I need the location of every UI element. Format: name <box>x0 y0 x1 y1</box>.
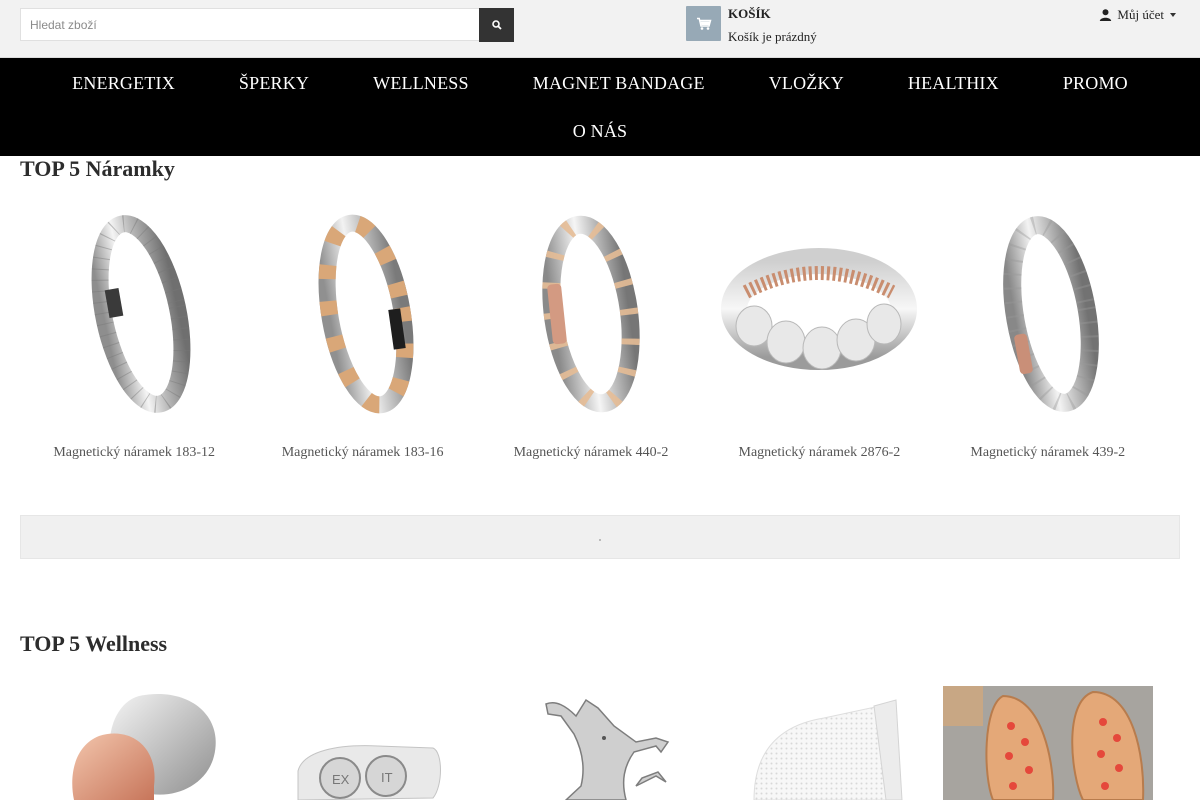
product-name[interactable]: Magnetický náramek 440-2 <box>514 445 669 461</box>
product-image-wellness[interactable] <box>486 686 696 800</box>
top-bar: KOŠÍK Košík je prázdný Můj účet <box>0 0 1200 58</box>
product-image-bracelet[interactable] <box>486 214 696 424</box>
search-form <box>20 8 514 42</box>
nav-item-energetix[interactable]: ENERGETIX <box>40 73 207 94</box>
product-card[interactable] <box>705 686 933 800</box>
search-icon <box>491 20 502 30</box>
product-name[interactable]: Magnetický náramek 2876-2 <box>739 445 901 461</box>
promo-banner[interactable] <box>20 515 1180 559</box>
cart-widget[interactable]: KOŠÍK Košík je prázdný <box>686 6 817 45</box>
product-image-wellness[interactable] <box>714 686 924 800</box>
cart-status: Košík je prázdný <box>728 29 817 44</box>
wellness-product-grid: EX IT <box>20 686 1180 800</box>
product-card[interactable]: Magnetický náramek 439-2 <box>934 214 1162 461</box>
nav-item-sperky[interactable]: ŠPERKY <box>207 73 341 94</box>
search-button[interactable] <box>479 8 514 42</box>
product-name[interactable]: Magnetický náramek 183-12 <box>53 445 215 461</box>
banner-indicator <box>599 539 601 541</box>
cart-title[interactable]: KOŠÍK <box>728 6 817 22</box>
section-title-bracelets: TOP 5 Náramky <box>20 156 175 181</box>
product-card[interactable]: Magnetický náramek 183-12 <box>20 214 248 461</box>
nav-item-wellness[interactable]: WELLNESS <box>341 73 501 94</box>
nav-item-o-nas[interactable]: O NÁS <box>541 121 660 142</box>
product-image-wellness[interactable] <box>29 686 239 800</box>
product-card[interactable]: Magnetický náramek 440-2 <box>477 214 705 461</box>
product-card[interactable] <box>934 686 1162 800</box>
product-image-bracelet[interactable] <box>29 214 239 424</box>
nav-item-vlozky[interactable]: VLOŽKY <box>737 73 876 94</box>
cart-icon-box[interactable] <box>686 6 721 41</box>
product-card[interactable]: Magnetický náramek 2876-2 <box>705 214 933 461</box>
account-label[interactable]: Můj účet <box>1117 7 1164 23</box>
section-title-wellness: TOP 5 Wellness <box>20 631 168 656</box>
cart-icon <box>696 17 711 30</box>
product-image-bracelet[interactable] <box>714 214 924 424</box>
product-card[interactable]: EX IT <box>248 686 476 800</box>
cart-text: KOŠÍK Košík je prázdný <box>728 6 817 45</box>
user-icon <box>1100 9 1112 21</box>
account-menu[interactable]: Můj účet <box>1099 7 1176 23</box>
caret-down-icon <box>1170 13 1176 17</box>
bracelets-product-grid: Magnetický náramek 183-12 Magnetický nár… <box>20 214 1180 461</box>
search-input[interactable] <box>20 8 479 41</box>
product-name[interactable]: Magnetický náramek 183-16 <box>282 445 444 461</box>
nav-item-promo[interactable]: PROMO <box>1031 73 1160 94</box>
svg-text:EX: EX <box>332 772 350 787</box>
nav-row-secondary: O NÁS <box>0 106 1200 156</box>
product-card[interactable] <box>477 686 705 800</box>
nav-row-primary: ENERGETIX ŠPERKY WELLNESS MAGNET BANDAGE… <box>0 58 1200 106</box>
nav-item-magnet-bandage[interactable]: MAGNET BANDAGE <box>501 73 737 94</box>
svg-text:IT: IT <box>381 770 393 785</box>
product-name[interactable]: Magnetický náramek 439-2 <box>970 445 1125 461</box>
product-image-insoles[interactable] <box>942 686 1153 800</box>
nav-item-healthix[interactable]: HEALTHIX <box>876 73 1031 94</box>
product-image-bracelet[interactable] <box>258 214 468 424</box>
product-image-bracelet[interactable] <box>943 214 1153 424</box>
main-navigation: ENERGETIX ŠPERKY WELLNESS MAGNET BANDAGE… <box>0 58 1200 156</box>
product-card[interactable]: Magnetický náramek 183-16 <box>248 214 476 461</box>
product-card[interactable] <box>20 686 248 800</box>
product-image-wellness[interactable]: EX IT <box>258 686 468 800</box>
